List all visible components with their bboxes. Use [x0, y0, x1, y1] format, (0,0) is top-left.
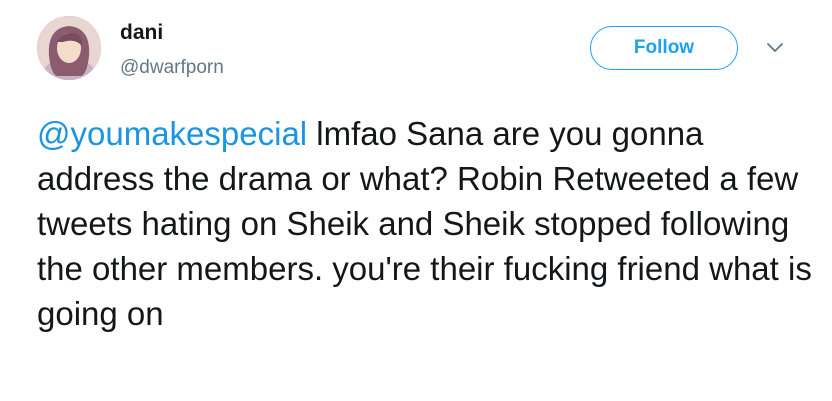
chevron-down-icon[interactable] — [766, 38, 784, 56]
user-handle[interactable]: @dwarfporn — [120, 56, 224, 80]
tweet-text: @youmakespecial lmfao Sana are you gonna… — [37, 111, 817, 336]
mention-link[interactable]: @youmakespecial — [37, 115, 307, 152]
display-name[interactable]: dani — [120, 20, 163, 46]
avatar[interactable] — [37, 16, 101, 80]
follow-button[interactable]: Follow — [590, 26, 738, 70]
tweet-header: dani @dwarfporn Follow — [0, 0, 832, 100]
avatar-image — [37, 16, 101, 80]
